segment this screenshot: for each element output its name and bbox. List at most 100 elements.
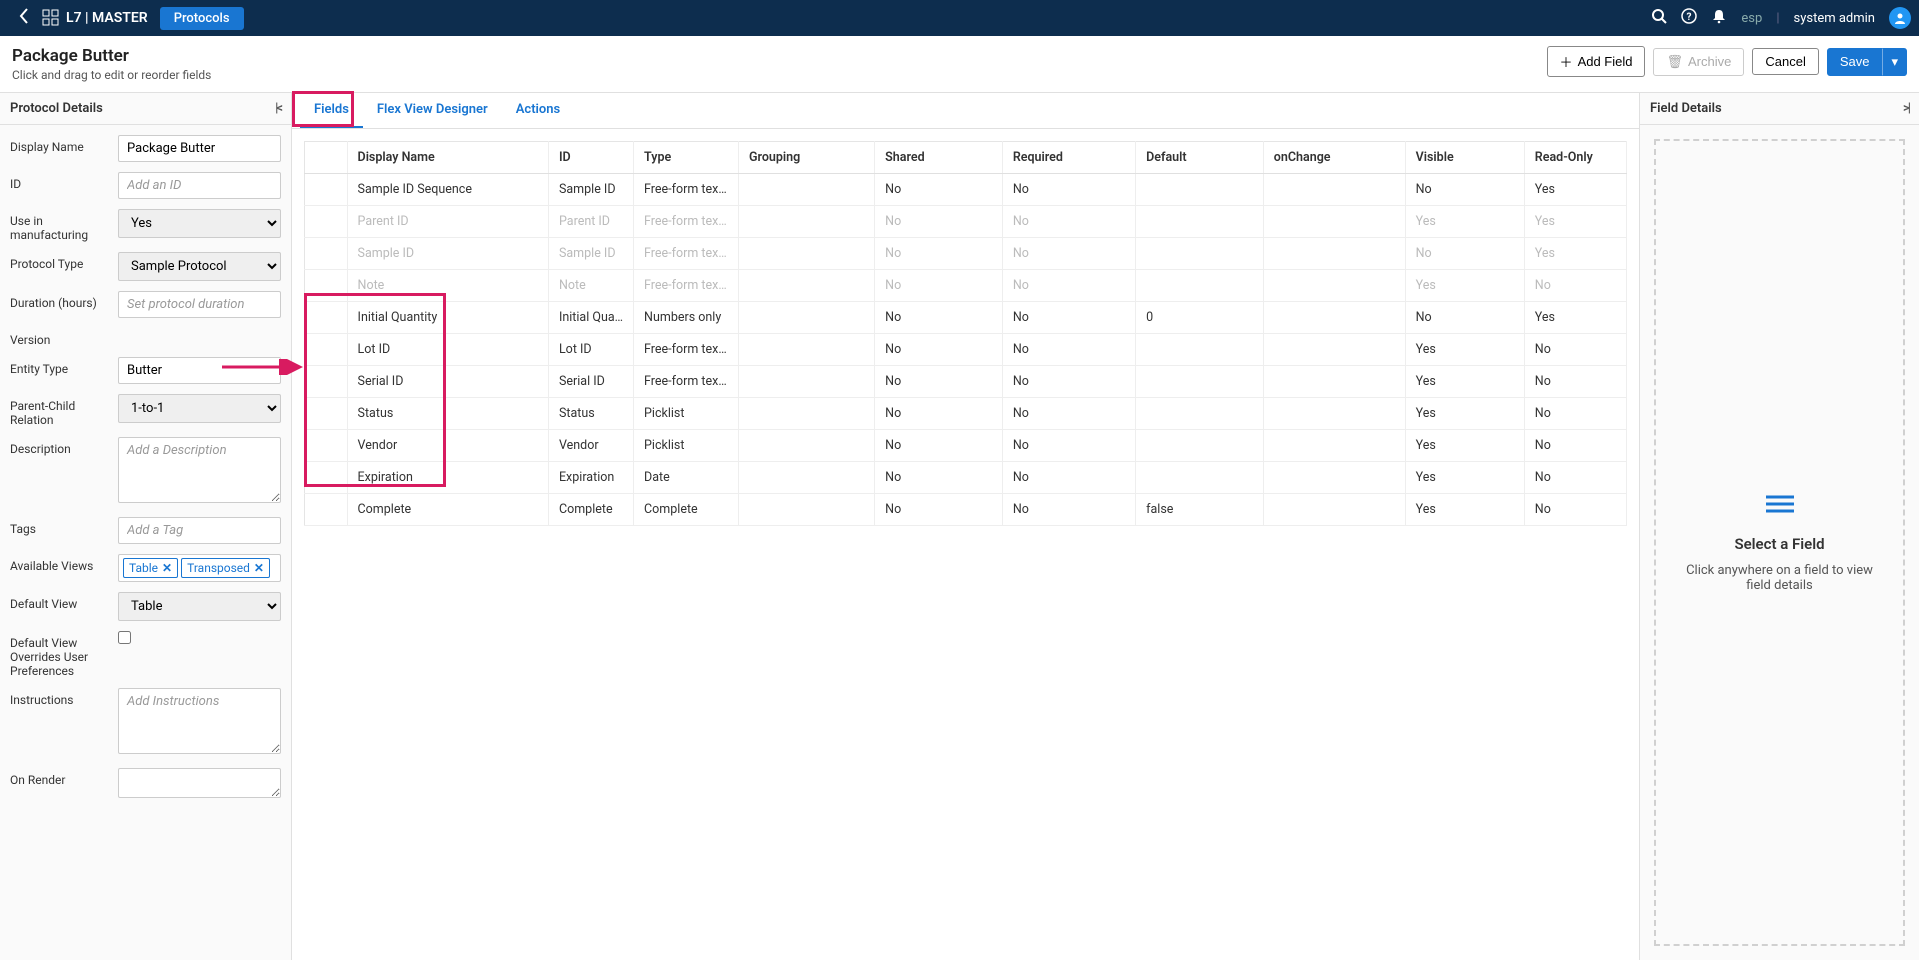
table-row[interactable]: VendorVendorPicklistNoNoYesNo — [305, 430, 1627, 462]
table-cell[interactable]: No — [875, 430, 1003, 462]
table-row[interactable]: NoteNoteFree-form text entryNoNoYesNo — [305, 270, 1627, 302]
default-override-checkbox[interactable] — [118, 631, 131, 644]
tab-fields[interactable]: Fields — [300, 93, 363, 128]
table-cell[interactable] — [305, 302, 348, 334]
collapse-right-icon[interactable]: >| — [1903, 101, 1909, 116]
chip-transposed[interactable]: Transposed✕ — [181, 558, 270, 578]
table-header[interactable]: Required — [1002, 142, 1135, 174]
table-cell[interactable]: No — [1002, 366, 1135, 398]
table-header[interactable]: Grouping — [739, 142, 875, 174]
table-cell[interactable]: Note — [548, 270, 633, 302]
use-manufacturing-select[interactable]: Yes — [118, 209, 281, 238]
table-cell[interactable]: No — [875, 270, 1003, 302]
table-cell[interactable]: Yes — [1405, 366, 1524, 398]
table-cell[interactable]: No — [1405, 302, 1524, 334]
default-view-select[interactable]: Table — [118, 592, 281, 621]
table-cell[interactable]: No — [875, 238, 1003, 270]
table-cell[interactable]: No — [1524, 270, 1626, 302]
table-cell[interactable]: Free-form text entry — [634, 334, 739, 366]
table-cell[interactable]: false — [1136, 494, 1264, 526]
table-cell[interactable] — [305, 334, 348, 366]
table-cell[interactable] — [1263, 174, 1405, 206]
table-cell[interactable] — [305, 462, 348, 494]
table-cell[interactable]: Date — [634, 462, 739, 494]
help-icon[interactable]: ? — [1681, 8, 1697, 28]
table-cell[interactable]: Yes — [1524, 238, 1626, 270]
table-cell[interactable]: Yes — [1524, 174, 1626, 206]
add-field-button[interactable]: ＋Add Field — [1547, 46, 1646, 77]
table-cell[interactable]: No — [1524, 494, 1626, 526]
table-cell[interactable]: Expiration — [548, 462, 633, 494]
table-cell[interactable] — [1136, 398, 1264, 430]
table-header[interactable]: Display Name — [347, 142, 548, 174]
table-cell[interactable]: Status — [548, 398, 633, 430]
table-cell[interactable] — [739, 302, 875, 334]
table-cell[interactable]: Vendor — [548, 430, 633, 462]
table-cell[interactable]: No — [1524, 366, 1626, 398]
table-cell[interactable] — [1263, 270, 1405, 302]
table-cell[interactable]: Lot ID — [347, 334, 548, 366]
table-cell[interactable]: No — [875, 494, 1003, 526]
table-cell[interactable]: No — [1002, 430, 1135, 462]
table-cell[interactable] — [1263, 430, 1405, 462]
table-cell[interactable] — [1136, 174, 1264, 206]
id-input[interactable] — [118, 172, 281, 199]
table-cell[interactable] — [305, 174, 348, 206]
table-header[interactable]: Visible — [1405, 142, 1524, 174]
table-header[interactable]: Type — [634, 142, 739, 174]
table-row[interactable]: Initial QuantityInitial QuantityNumbers … — [305, 302, 1627, 334]
table-cell[interactable]: Initial Quantity — [548, 302, 633, 334]
table-cell[interactable] — [1136, 462, 1264, 494]
table-cell[interactable]: No — [1002, 270, 1135, 302]
table-cell[interactable]: No — [1524, 334, 1626, 366]
table-cell[interactable]: Numbers only — [634, 302, 739, 334]
table-cell[interactable]: No — [1002, 302, 1135, 334]
protocol-type-select[interactable]: Sample Protocol — [118, 252, 281, 281]
back-button[interactable] — [8, 7, 42, 29]
table-header[interactable]: ID — [548, 142, 633, 174]
table-cell[interactable] — [1263, 494, 1405, 526]
table-cell[interactable]: Initial Quantity — [347, 302, 548, 334]
instructions-input[interactable] — [118, 688, 281, 754]
cancel-button[interactable]: Cancel — [1752, 48, 1818, 75]
table-cell[interactable]: Lot ID — [548, 334, 633, 366]
table-cell[interactable]: Yes — [1405, 494, 1524, 526]
table-cell[interactable]: No — [1002, 174, 1135, 206]
table-cell[interactable]: Yes — [1405, 270, 1524, 302]
table-cell[interactable]: No — [1524, 462, 1626, 494]
save-dropdown-button[interactable]: ▾ — [1882, 48, 1907, 76]
table-header[interactable]: Default — [1136, 142, 1264, 174]
table-cell[interactable] — [739, 206, 875, 238]
table-cell[interactable]: No — [875, 334, 1003, 366]
tab-flex-view-designer[interactable]: Flex View Designer — [363, 93, 502, 128]
table-cell[interactable] — [1263, 398, 1405, 430]
table-header[interactable] — [305, 142, 348, 174]
table-cell[interactable]: Picklist — [634, 398, 739, 430]
table-cell[interactable]: Free-form text entry — [634, 270, 739, 302]
display-name-input[interactable] — [118, 135, 281, 162]
tab-actions[interactable]: Actions — [502, 93, 575, 128]
section-pill[interactable]: Protocols — [160, 7, 244, 30]
table-cell[interactable]: Sample ID Sequence — [347, 174, 548, 206]
table-cell[interactable] — [739, 334, 875, 366]
table-cell[interactable] — [305, 398, 348, 430]
entity-type-input[interactable] — [118, 357, 281, 384]
table-cell[interactable]: No — [875, 366, 1003, 398]
table-cell[interactable] — [1263, 366, 1405, 398]
table-cell[interactable] — [1263, 462, 1405, 494]
table-row[interactable]: Sample IDSample IDFree-form text entryNo… — [305, 238, 1627, 270]
chip-remove-icon[interactable]: ✕ — [254, 561, 264, 575]
table-cell[interactable]: No — [1002, 398, 1135, 430]
table-row[interactable]: Lot IDLot IDFree-form text entryNoNoYesN… — [305, 334, 1627, 366]
table-cell[interactable]: Sample ID — [347, 238, 548, 270]
table-cell[interactable]: Complete — [548, 494, 633, 526]
table-cell[interactable]: Complete — [347, 494, 548, 526]
table-cell[interactable] — [739, 270, 875, 302]
table-row[interactable]: Parent IDParent IDFree-form text entryNo… — [305, 206, 1627, 238]
table-cell[interactable]: No — [875, 174, 1003, 206]
table-cell[interactable]: Yes — [1405, 334, 1524, 366]
table-cell[interactable]: No — [1002, 462, 1135, 494]
duration-input[interactable] — [118, 291, 281, 318]
table-cell[interactable]: Parent ID — [347, 206, 548, 238]
table-row[interactable]: Sample ID SequenceSample IDFree-form tex… — [305, 174, 1627, 206]
